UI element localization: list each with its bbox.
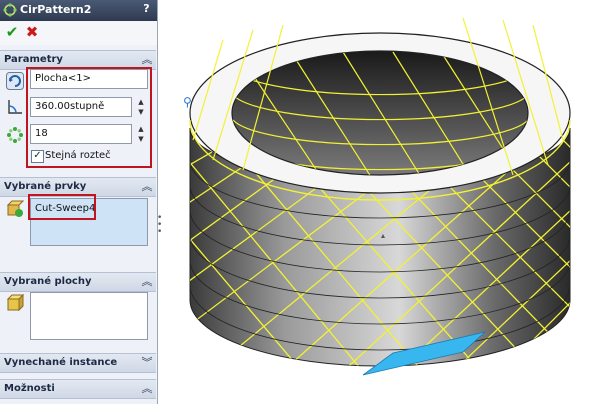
chevron-up-icon[interactable]: ︽ — [140, 382, 154, 396]
section-label: Vybrané prvky — [4, 181, 87, 192]
chevron-up-icon[interactable]: ︽ — [140, 180, 154, 194]
section-label: Parametry — [4, 54, 63, 65]
section-label: Vybrané plochy — [4, 276, 92, 287]
section-header-options[interactable]: Možnosti ︽ — [0, 379, 156, 399]
section-header-skipped-instances[interactable]: Vynechané instance ︾ — [0, 353, 156, 373]
instance-count-icon — [7, 127, 23, 143]
feature-highlight — [28, 194, 96, 220]
knurled-ring-model[interactable]: ⚲ — [163, 17, 590, 404]
section-label: Vynechané instance — [4, 357, 118, 368]
axis-indicator-icon: ⚲ — [183, 95, 192, 109]
ok-checkmark-icon[interactable]: ✔ — [4, 24, 20, 40]
angle-icon — [8, 100, 22, 114]
chevron-up-icon[interactable]: ︽ — [140, 53, 154, 67]
chevron-up-icon[interactable]: ︽ — [140, 275, 154, 289]
cancel-x-icon[interactable]: ✖ — [24, 24, 40, 40]
faces-listbox[interactable] — [30, 292, 148, 340]
chevron-down-icon[interactable]: ︾ — [140, 356, 154, 370]
feature-title: CirPattern2 — [20, 3, 92, 16]
rotation-axis-icon — [6, 72, 24, 90]
circular-pattern-icon — [3, 3, 17, 17]
faces-to-pattern-icon — [6, 294, 24, 312]
features-to-pattern-icon — [6, 200, 24, 217]
help-button[interactable]: ? — [139, 2, 154, 18]
section-header-faces[interactable]: Vybrané plochy ︽ — [0, 272, 156, 292]
graphics-viewport[interactable]: ⚲ — [163, 0, 590, 404]
action-bar: ✔ ✖ — [0, 21, 157, 45]
parameters-highlight — [26, 67, 152, 168]
section-label: Možnosti — [4, 383, 55, 394]
title-bar: CirPattern2 ? — [0, 0, 157, 21]
property-manager: CirPattern2 ? ✔ ✖ Parametry ︽ Plocha<1> … — [0, 0, 158, 404]
